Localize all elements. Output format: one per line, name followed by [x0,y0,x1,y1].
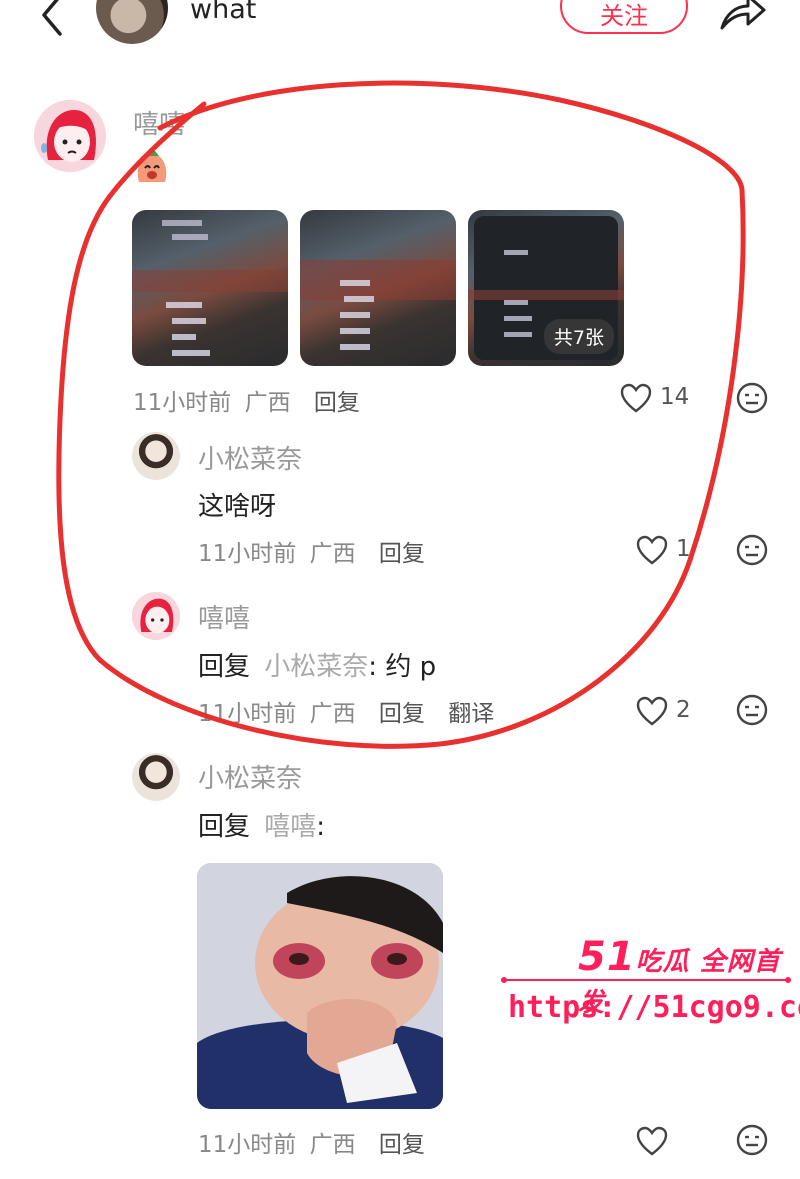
watermark-url: https://51cgo9.com [508,990,800,1025]
watermark-divider-icon [501,977,791,983]
